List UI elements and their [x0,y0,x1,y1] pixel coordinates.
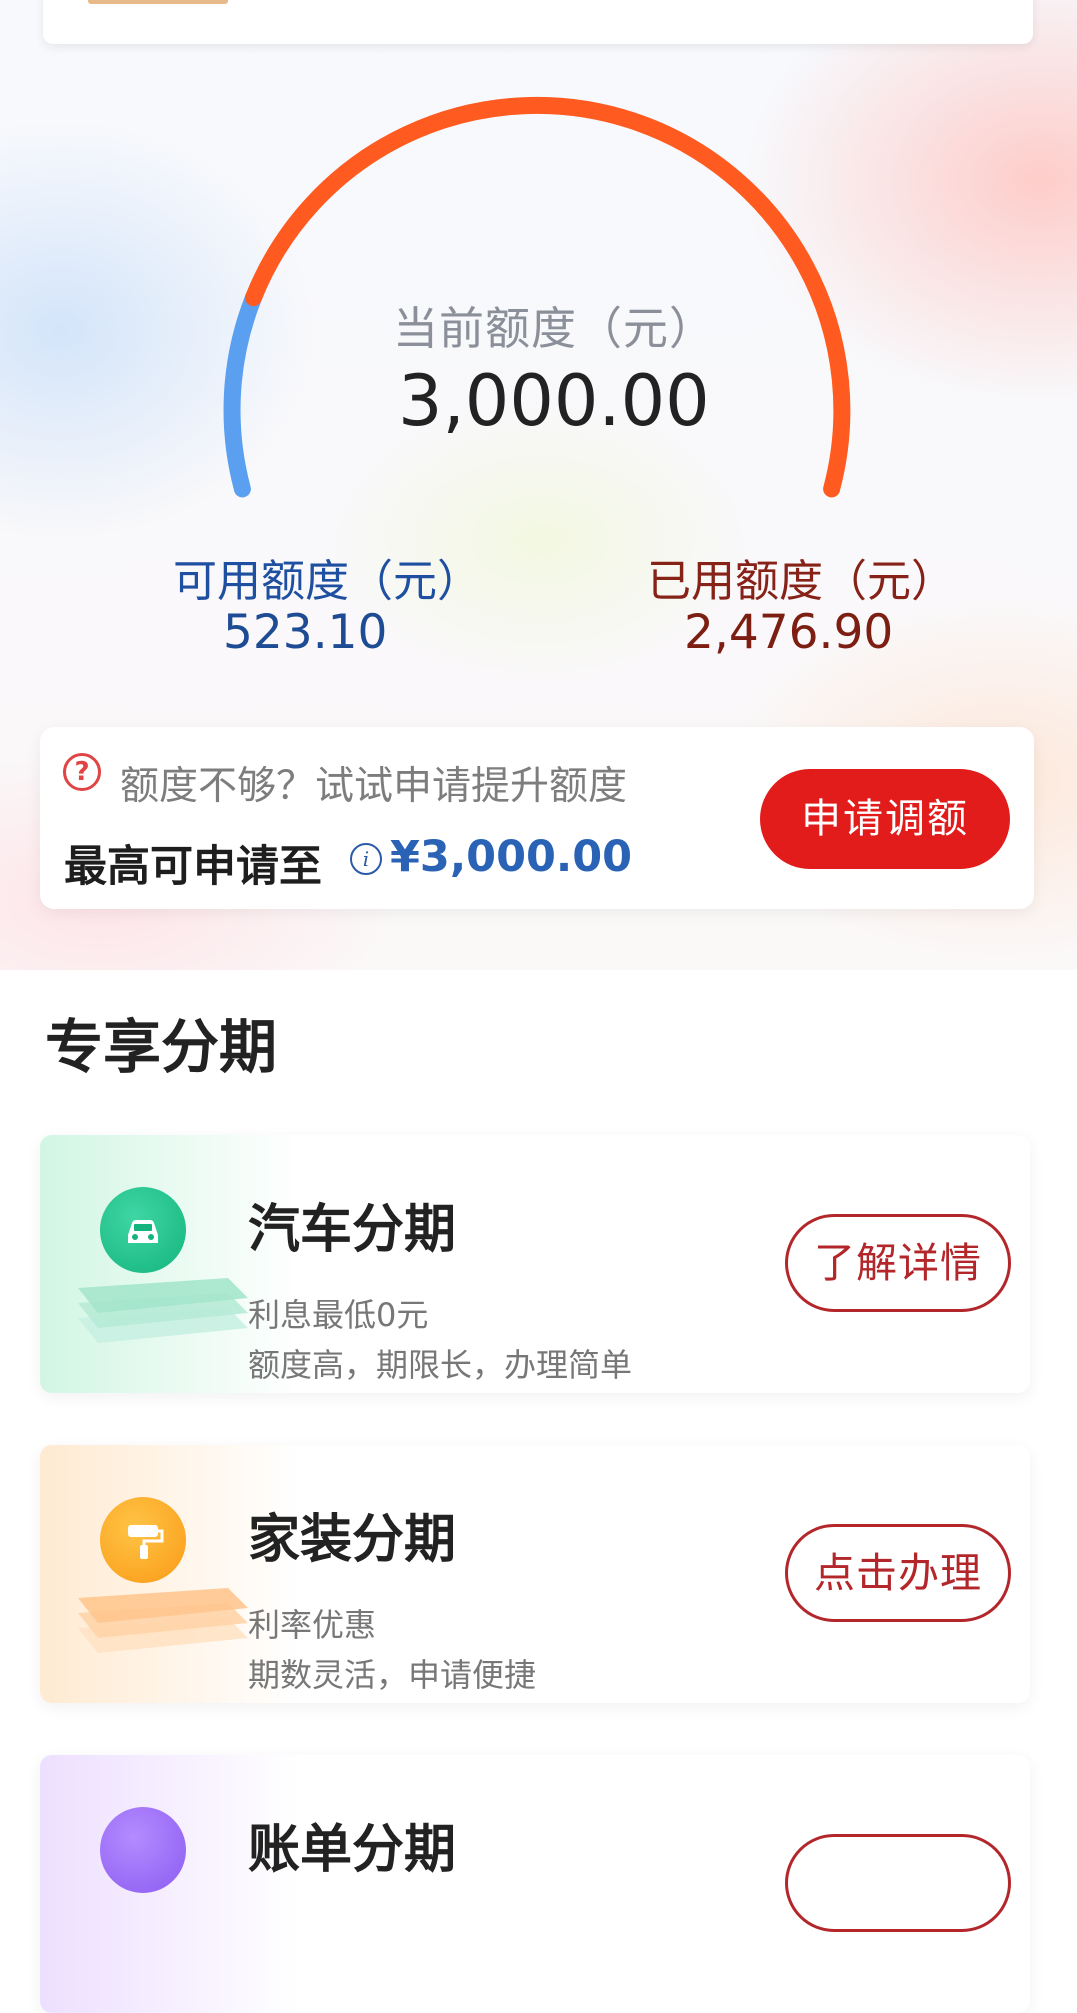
learn-more-button[interactable]: 了解详情 [785,1214,1011,1312]
used-limit-label: 已用额度（元） [647,556,955,607]
current-limit-label: 当前额度（元） [393,302,716,355]
raise-hint-text: 额度不够？试试申请提升额度 [120,764,628,809]
loan-description: 额度高，期限长，办理简单 [248,1346,633,1384]
max-apply-label: 最高可申请至 [64,842,322,892]
available-limit-label: 可用额度（元） [173,556,481,607]
paint-roller-icon [100,1497,186,1583]
info-icon[interactable]: i [350,843,382,875]
question-icon[interactable]: ? [63,753,101,791]
loan-title: 账单分期 [248,1820,457,1880]
bill-card-button[interactable] [785,1834,1011,1932]
section-title: 专享分期 [45,1013,278,1081]
loan-subtitle: 利息最低0元 [248,1296,429,1334]
gauge-available-arc [223,289,262,498]
loan-description: 期数灵活，申请便捷 [248,1656,537,1694]
car-installment-card[interactable]: 汽车分期 利息最低0元 额度高，期限长，办理简单 了解详情 [40,1135,1030,1393]
apply-now-button[interactable]: 点击办理 [785,1524,1011,1622]
credit-gauge [223,96,851,498]
loan-title: 汽车分期 [248,1200,457,1260]
limit-raise-card: ? 额度不够？试试申请提升额度 最高可申请至 i ¥3,000.00 申请调额 [40,727,1034,909]
loan-title: 家装分期 [248,1510,457,1570]
apply-raise-button[interactable]: 申请调额 [760,769,1010,869]
used-limit-value: 2,476.90 [684,605,894,660]
current-limit-value: 3,000.00 [398,360,710,442]
home-renovation-installment-card[interactable]: 家装分期 利率优惠 期数灵活，申请便捷 点击办理 [40,1445,1030,1703]
loan-subtitle: 利率优惠 [248,1606,377,1644]
max-apply-value: ¥3,000.00 [390,832,633,882]
bill-installment-card[interactable]: 账单分期 [40,1755,1030,2013]
car-icon [100,1187,186,1273]
bill-icon [100,1807,186,1893]
available-limit-value: 523.10 [223,605,388,660]
